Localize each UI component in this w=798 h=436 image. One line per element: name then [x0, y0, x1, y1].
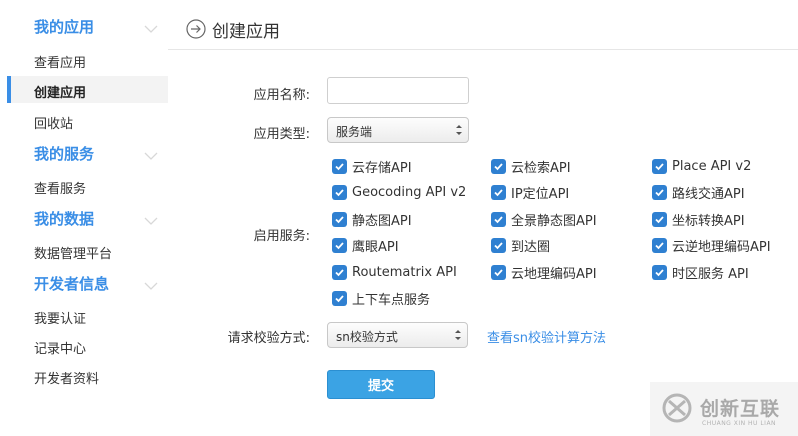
- checkbox-checked-icon[interactable]: [332, 238, 347, 253]
- service-checkbox-item[interactable]: 到达圈: [491, 237, 550, 255]
- checkbox-checked-icon[interactable]: [332, 264, 347, 280]
- sidebar-item-view-services[interactable]: 查看服务: [34, 178, 86, 197]
- page-title: 创建应用: [212, 22, 280, 42]
- checkbox-checked-icon[interactable]: [491, 264, 506, 280]
- checkbox-checked-icon[interactable]: [332, 211, 347, 227]
- app-type-label: 应用类型:: [253, 127, 310, 142]
- verify-method-label: 请求校验方式:: [227, 331, 310, 346]
- service-label: Place API v2: [672, 158, 752, 174]
- service-checkbox-item[interactable]: 云存储API: [332, 157, 412, 176]
- checkbox-checked-icon[interactable]: [491, 238, 506, 253]
- sidebar-item-recycle-bin[interactable]: 回收站: [34, 113, 73, 132]
- sidebar-item-developer-profile[interactable]: 开发者资料: [34, 368, 99, 387]
- service-checkbox-item[interactable]: 全景静态图API: [491, 210, 597, 229]
- verify-method-select[interactable]: sn校验方式: [327, 322, 468, 348]
- sidebar-item-verification[interactable]: 我要认证: [34, 308, 86, 327]
- service-checkbox-item[interactable]: 坐标转换API: [652, 210, 745, 229]
- sidebar-group-developer-info[interactable]: 开发者信息: [34, 273, 109, 294]
- checkbox-checked-icon[interactable]: [652, 238, 667, 253]
- service-label: 坐标转换API: [672, 213, 745, 229]
- service-checkbox-item[interactable]: Place API v2: [652, 157, 751, 175]
- checkbox-checked-icon[interactable]: [332, 158, 347, 174]
- checkbox-checked-icon[interactable]: [652, 158, 667, 174]
- checkbox-checked-icon[interactable]: [652, 264, 667, 280]
- checkbox-checked-icon[interactable]: [332, 291, 347, 306]
- verify-method-help-link[interactable]: 查看sn校验计算方法: [487, 327, 606, 346]
- service-label: 全景静态图API: [511, 213, 597, 229]
- sidebar-group-my-data[interactable]: 我的数据: [34, 208, 94, 229]
- service-checkbox-item[interactable]: 路线交通API: [652, 184, 745, 202]
- chevron-down-icon[interactable]: [144, 24, 158, 34]
- service-label: 云逆地理编码API: [672, 240, 771, 255]
- service-checkbox-item[interactable]: IP定位API: [491, 184, 569, 202]
- app-name-input[interactable]: [327, 77, 469, 104]
- watermark-logo-icon: [662, 393, 692, 423]
- service-checkbox-item[interactable]: 云逆地理编码API: [652, 237, 771, 255]
- app-type-select[interactable]: 服务端: [327, 117, 469, 143]
- sidebar-group-my-services[interactable]: 我的服务: [34, 143, 94, 164]
- verify-method-value: sn校验方式: [336, 330, 398, 344]
- sidebar-item-records[interactable]: 记录中心: [34, 338, 86, 357]
- arrow-circle-icon: [186, 19, 206, 39]
- service-label: 云检索API: [511, 160, 571, 176]
- service-checkbox-item[interactable]: 鹰眼API: [332, 237, 399, 255]
- service-checkbox-item[interactable]: Routematrix API: [332, 263, 457, 281]
- service-checkbox-item[interactable]: 云检索API: [491, 157, 571, 176]
- select-arrows-icon: [456, 125, 462, 135]
- sidebar-item-create-app[interactable]: 创建应用: [34, 82, 86, 101]
- watermark-text: 创新互联: [700, 398, 781, 420]
- service-label: 静态图API: [352, 213, 412, 229]
- service-label: 上下车点服务: [352, 293, 431, 308]
- checkbox-checked-icon[interactable]: [332, 185, 347, 200]
- service-label: 时区服务 API: [672, 266, 749, 282]
- select-arrows-icon: [455, 330, 461, 340]
- service-checkbox-item[interactable]: 静态图API: [332, 210, 412, 229]
- service-label: 到达圈: [511, 240, 551, 255]
- service-checkbox-item[interactable]: 上下车点服务: [332, 290, 430, 308]
- sidebar-item-view-apps[interactable]: 查看应用: [34, 52, 86, 71]
- service-label: Geocoding API v2: [352, 185, 467, 200]
- service-label: 云存储API: [352, 160, 412, 176]
- sidebar-active-indicator: [7, 76, 11, 103]
- chevron-down-icon[interactable]: [144, 281, 158, 291]
- service-label: IP定位API: [511, 187, 570, 202]
- chevron-down-icon[interactable]: [144, 151, 158, 161]
- header-divider: [168, 49, 798, 50]
- app-type-value: 服务端: [336, 125, 373, 139]
- checkbox-checked-icon[interactable]: [491, 185, 506, 200]
- service-checkbox-item[interactable]: 云地理编码API: [491, 263, 597, 282]
- submit-button[interactable]: 提交: [327, 370, 435, 399]
- checkbox-checked-icon[interactable]: [652, 211, 667, 227]
- service-label: 云地理编码API: [511, 266, 597, 282]
- sidebar: 我的应用 查看应用 创建应用 回收站 我的服务 查看服务 我的数据 数据管理平台…: [0, 0, 168, 436]
- sidebar-group-my-apps[interactable]: 我的应用: [34, 16, 94, 37]
- service-label: Routematrix API: [352, 264, 457, 280]
- service-label: 路线交通API: [672, 187, 745, 202]
- sidebar-item-data-platform[interactable]: 数据管理平台: [34, 243, 112, 262]
- checkbox-checked-icon[interactable]: [491, 158, 506, 174]
- services-label: 启用服务:: [253, 229, 310, 244]
- watermark-subtext: CHUANG XIN HU LIAN: [702, 420, 777, 427]
- service-checkbox-item[interactable]: Geocoding API v2: [332, 184, 466, 202]
- checkbox-checked-icon[interactable]: [652, 185, 667, 200]
- service-label: 鹰眼API: [352, 240, 399, 255]
- checkbox-checked-icon[interactable]: [491, 211, 506, 227]
- service-checkbox-item[interactable]: 时区服务 API: [652, 263, 749, 282]
- app-name-label: 应用名称:: [253, 88, 310, 103]
- chevron-down-icon[interactable]: [144, 216, 158, 226]
